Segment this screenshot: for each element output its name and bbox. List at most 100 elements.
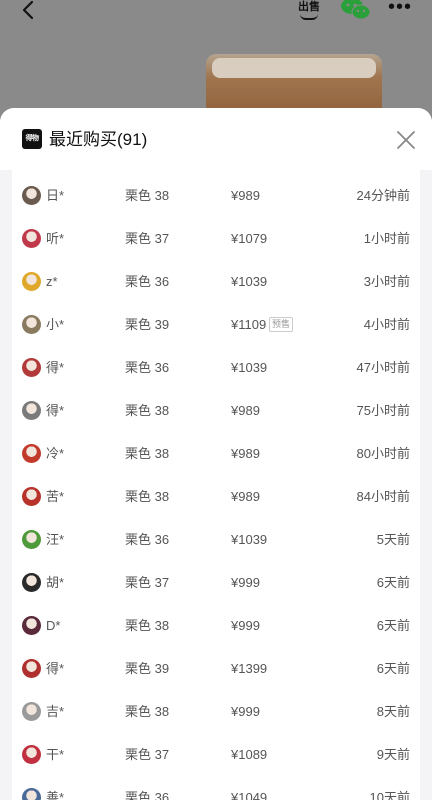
purchase-time: 1小时前 — [363, 231, 410, 246]
purchase-time: 6天前 — [376, 661, 410, 676]
buyer-name: 汪* — [46, 532, 65, 547]
purchase-time: 5天前 — [376, 532, 410, 547]
purchase-row: 冷* 栗色 38 ¥989 80小时前 — [12, 432, 420, 475]
purchase-spec: 栗色 38 — [125, 704, 170, 719]
purchase-time: 24分钟前 — [356, 188, 410, 203]
purchase-row: 吉* 栗色 38 ¥999 8天前 — [12, 690, 420, 733]
purchase-price: ¥1039 — [231, 532, 268, 547]
buyer-name: 听* — [46, 231, 65, 246]
purchase-row: 得* 栗色 38 ¥989 75小时前 — [12, 389, 420, 432]
presale-badge: 预售 — [269, 317, 294, 332]
purchase-price: ¥1109 — [231, 317, 267, 332]
purchase-spec: 栗色 37 — [125, 231, 170, 246]
purchase-row: 善* 栗色 36 ¥1049 10天前 — [12, 776, 420, 800]
purchase-time: 10天前 — [369, 790, 410, 800]
purchase-row: D* 栗色 38 ¥999 6天前 — [12, 604, 420, 647]
purchase-row: 得* 栗色 39 ¥1399 6天前 — [12, 647, 420, 690]
purchase-row: 得* 栗色 36 ¥1039 47小时前 — [12, 346, 420, 389]
purchase-price: ¥999 — [231, 704, 260, 719]
buyer-name: D* — [46, 618, 61, 633]
more-options-button[interactable]: ••• — [388, 0, 416, 22]
more-dots-icon: ••• — [388, 0, 413, 18]
buyer-name: 胡* — [46, 575, 65, 590]
purchase-row: 苦* 栗色 38 ¥989 84小时前 — [12, 475, 420, 518]
sell-button[interactable]: 出售 — [294, 0, 324, 24]
sheet-title: 最近购买(91) — [49, 130, 148, 149]
purchase-price: ¥1399 — [231, 661, 268, 676]
purchase-row: 汪* 栗色 36 ¥1039 5天前 — [12, 518, 420, 561]
back-button[interactable] — [18, 0, 40, 22]
purchase-price: ¥989 — [231, 403, 260, 418]
purchase-price: ¥999 — [231, 575, 260, 590]
purchase-price: ¥989 — [231, 446, 260, 461]
recent-purchases-sheet: 得物 最近购买(91) 日* 栗色 38 ¥989 24分钟前听* 栗色 37 ¥1079… — [0, 108, 432, 800]
purchase-spec: 栗色 37 — [125, 575, 170, 590]
purchase-spec: 栗色 39 — [125, 317, 170, 332]
buyer-avatar — [22, 272, 41, 291]
close-button[interactable] — [394, 128, 418, 152]
purchase-spec: 栗色 38 — [125, 489, 170, 504]
purchase-time: 8天前 — [376, 704, 410, 719]
buyer-avatar — [22, 315, 41, 334]
buyer-name: 冷* — [46, 446, 65, 461]
purchase-price: ¥999 — [231, 618, 260, 633]
close-icon — [397, 131, 415, 149]
purchase-time: 47小时前 — [356, 360, 410, 375]
purchase-spec: 栗色 38 — [125, 403, 170, 418]
purchase-price: ¥1089 — [231, 747, 268, 762]
purchase-price: ¥1049 — [231, 790, 268, 800]
purchase-spec: 栗色 37 — [125, 747, 170, 762]
purchase-list[interactable]: 日* 栗色 38 ¥989 24分钟前听* 栗色 37 ¥1079 1小时前 z* 栗色 36 ¥… — [12, 170, 420, 800]
chevron-left-icon — [22, 0, 34, 20]
purchase-price: ¥989 — [231, 188, 260, 203]
buyer-name: z* — [46, 274, 58, 289]
purchase-time: 80小时前 — [356, 446, 410, 461]
buyer-name: 小* — [46, 317, 65, 332]
buyer-name: 干* — [46, 747, 65, 762]
purchase-spec: 栗色 39 — [125, 661, 170, 676]
buyer-avatar — [22, 616, 41, 635]
purchase-row: 小* 栗色 39 ¥1109 4小时前 预售 — [12, 303, 420, 346]
purchase-spec: 栗色 36 — [125, 274, 170, 289]
buyer-avatar — [22, 745, 41, 764]
buyer-name: 善* — [46, 790, 65, 800]
wechat-icon — [341, 0, 371, 20]
buyer-name: 吉* — [46, 704, 65, 719]
sell-smile-icon — [300, 14, 318, 20]
buyer-name: 苦* — [46, 489, 65, 504]
buyer-avatar — [22, 659, 41, 678]
buyer-name: 日* — [46, 188, 65, 203]
buyer-name: 得* — [46, 661, 65, 676]
purchase-spec: 栗色 38 — [125, 618, 170, 633]
wechat-share-button[interactable] — [340, 0, 372, 22]
purchase-spec: 栗色 36 — [125, 532, 170, 547]
buyer-avatar — [22, 573, 41, 592]
purchase-row: 听* 栗色 37 ¥1079 1小时前 — [12, 217, 420, 260]
top-navigation-bar: 出售 ••• — [0, 0, 432, 24]
purchase-time: 4小时前 — [363, 317, 410, 332]
purchase-time: 9天前 — [376, 747, 410, 762]
purchase-spec: 栗色 36 — [125, 360, 170, 375]
sell-label: 出售 — [298, 1, 320, 13]
purchase-spec: 栗色 38 — [125, 446, 170, 461]
buyer-avatar — [22, 530, 41, 549]
buyer-avatar — [22, 788, 41, 800]
purchase-time: 3小时前 — [363, 274, 410, 289]
purchase-time: 84小时前 — [356, 489, 410, 504]
buyer-name: 得* — [46, 360, 65, 375]
buyer-avatar — [22, 358, 41, 377]
purchase-price: ¥1079 — [231, 231, 268, 246]
purchase-time: 75小时前 — [356, 403, 410, 418]
purchase-spec: 栗色 38 — [125, 188, 170, 203]
brand-logo: 得物 — [22, 129, 42, 149]
buyer-avatar — [22, 444, 41, 463]
purchase-time: 6天前 — [376, 618, 410, 633]
purchase-time: 6天前 — [376, 575, 410, 590]
purchase-row: z* 栗色 36 ¥1039 3小时前 — [12, 260, 420, 303]
buyer-avatar — [22, 229, 41, 248]
purchase-row: 胡* 栗色 37 ¥999 6天前 — [12, 561, 420, 604]
buyer-avatar — [22, 702, 41, 721]
purchase-price: ¥1039 — [231, 274, 268, 289]
buyer-avatar — [22, 401, 41, 420]
buyer-name: 得* — [46, 403, 65, 418]
